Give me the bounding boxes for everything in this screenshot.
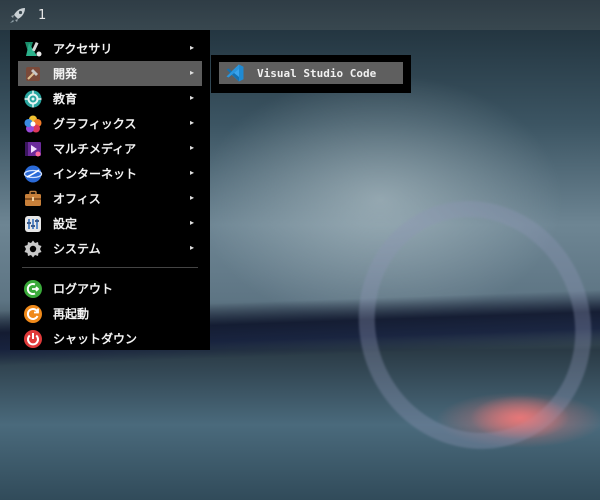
submenu-arrow-icon: ▸ — [189, 43, 194, 52]
submenu-arrow-icon: ▸ — [189, 143, 194, 152]
menu-item-label: 開発 — [53, 67, 78, 81]
submenu-arrow-icon: ▸ — [189, 243, 194, 252]
submenu-arrow-icon: ▸ — [189, 218, 194, 227]
menu-item-label: ログアウト — [53, 282, 114, 296]
menu-item-label: 設定 — [53, 217, 78, 231]
development-icon — [23, 64, 43, 84]
internet-icon — [23, 164, 43, 184]
menu-item-graphics[interactable]: グラフィックス ▸ — [18, 111, 202, 136]
top-panel: 1 — [0, 0, 600, 30]
menu-item-label: 教育 — [53, 92, 78, 106]
menu-item-system[interactable]: システム ▸ — [18, 236, 202, 261]
office-icon — [23, 189, 43, 209]
shutdown-icon — [23, 329, 43, 349]
menu-separator — [22, 267, 198, 268]
menu-item-label: マルチメディア — [53, 142, 137, 156]
menu-item-shutdown[interactable]: シャットダウン — [18, 326, 202, 351]
submenu-arrow-icon: ▸ — [189, 168, 194, 177]
menu-item-label: システム — [53, 242, 101, 256]
system-icon — [23, 239, 43, 259]
submenu-arrow-icon: ▸ — [189, 118, 194, 127]
menu-item-logout[interactable]: ログアウト — [18, 276, 202, 301]
education-icon — [23, 89, 43, 109]
development-submenu: Visual Studio Code — [211, 55, 411, 93]
submenu-arrow-icon: ▸ — [189, 93, 194, 102]
logout-icon — [23, 279, 43, 299]
settings-icon — [23, 214, 43, 234]
application-menu: アクセサリ ▸ 開発 ▸ 教育 ▸ グラフィックス ▸ マルチメディア ▸ イン… — [10, 30, 210, 350]
menu-item-accessories[interactable]: アクセサリ ▸ — [18, 36, 202, 61]
vscode-icon — [225, 63, 245, 83]
menu-item-office[interactable]: オフィス ▸ — [18, 186, 202, 211]
menu-item-settings[interactable]: 設定 ▸ — [18, 211, 202, 236]
workspace-indicator[interactable]: 1 — [38, 8, 46, 23]
menu-item-label: グラフィックス — [53, 117, 137, 131]
menu-item-label: オフィス — [53, 192, 101, 206]
menu-item-education[interactable]: 教育 ▸ — [18, 86, 202, 111]
reboot-icon — [23, 304, 43, 324]
menu-item-label: 再起動 — [53, 307, 90, 321]
submenu-arrow-icon: ▸ — [189, 193, 194, 202]
menu-item-reboot[interactable]: 再起動 — [18, 301, 202, 326]
wallpaper-ring — [324, 168, 600, 482]
menu-item-internet[interactable]: インターネット ▸ — [18, 161, 202, 186]
multimedia-icon — [23, 139, 43, 159]
submenu-item-label: Visual Studio Code — [257, 66, 377, 80]
submenu-arrow-icon: ▸ — [189, 68, 194, 77]
rocket-icon[interactable] — [8, 5, 28, 25]
menu-item-development[interactable]: 開発 ▸ — [18, 61, 202, 86]
menu-item-label: アクセサリ — [53, 42, 113, 56]
accessories-icon — [23, 39, 43, 59]
graphics-icon — [23, 114, 43, 134]
wallpaper-glow — [470, 395, 570, 440]
menu-item-label: シャットダウン — [53, 332, 138, 346]
menu-item-label: インターネット — [53, 167, 138, 181]
submenu-item-vscode[interactable]: Visual Studio Code — [219, 62, 403, 84]
menu-item-multimedia[interactable]: マルチメディア ▸ — [18, 136, 202, 161]
